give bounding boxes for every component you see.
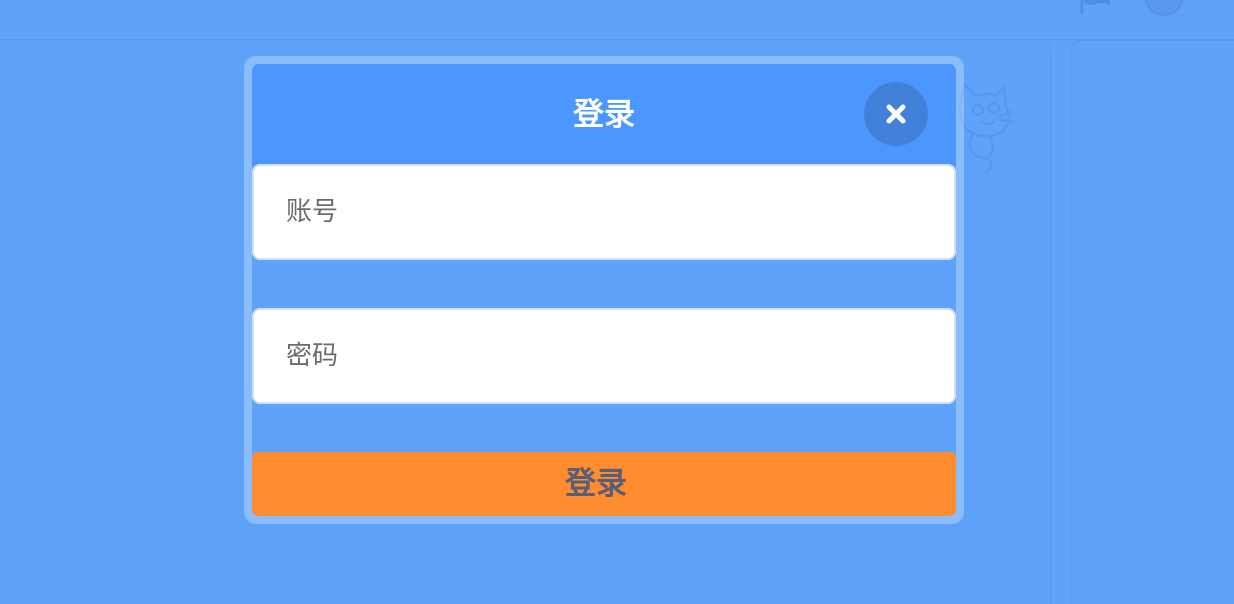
sprite-pane (1070, 40, 1234, 604)
password-field[interactable] (252, 308, 956, 404)
close-button[interactable] (864, 82, 928, 146)
login-modal-body: 登录 登录 (252, 64, 956, 516)
account-field[interactable] (252, 164, 956, 260)
login-button[interactable]: 登录 (252, 452, 956, 516)
modal-title: 登录 (573, 97, 635, 133)
stop-icon (1144, 0, 1184, 16)
menu-bar (0, 0, 1234, 40)
green-flag-icon (1080, 0, 1122, 16)
modal-header: 登录 (252, 64, 956, 166)
close-icon (885, 103, 907, 125)
login-modal: 登录 登录 (244, 56, 964, 524)
